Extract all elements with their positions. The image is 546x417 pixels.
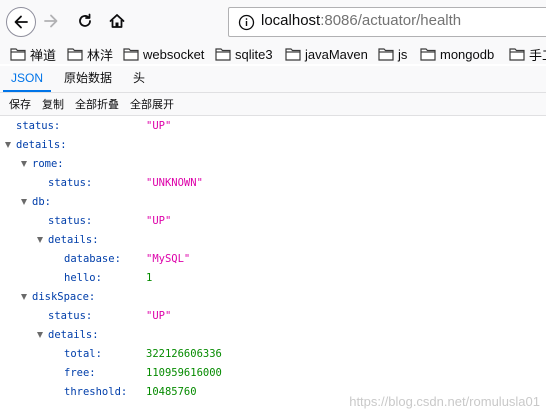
tree-row: status: "UP" xyxy=(0,212,546,231)
tree-value: "UNKNOWN" xyxy=(146,177,203,189)
tree-row: free: 110959616000 xyxy=(0,364,546,383)
bookmark-item[interactable]: 手工 xyxy=(509,44,546,64)
tree-key: status: xyxy=(16,120,61,132)
save-button[interactable]: 保存 xyxy=(5,95,35,115)
folder-icon xyxy=(123,48,139,61)
tree-row[interactable]: details: xyxy=(0,326,546,345)
tab-headers[interactable]: 头 xyxy=(125,66,153,90)
collapse-all-button[interactable]: 全部折叠 xyxy=(71,95,123,115)
expand-all-button[interactable]: 全部展开 xyxy=(126,95,178,115)
back-button[interactable] xyxy=(6,7,36,37)
expand-toggle-icon[interactable] xyxy=(21,161,27,167)
bookmarks-bar: 禅道 林洋 websocket sqlite3 javaMaven js mon… xyxy=(0,44,546,64)
tree-value: 10485760 xyxy=(146,386,197,398)
tree-row: total: 322126606336 xyxy=(0,345,546,364)
bookmark-item[interactable]: 禅道 xyxy=(10,44,56,64)
bookmark-label: websocket xyxy=(143,46,205,62)
bookmark-label: 禅道 xyxy=(30,47,57,63)
tree-key: threshold: xyxy=(64,386,128,398)
viewer-tabs: JSON 原始数据 头 xyxy=(0,66,546,93)
tab-raw-data[interactable]: 原始数据 xyxy=(56,66,120,90)
tree-key: hello: xyxy=(64,272,102,284)
tree-value: "MySQL" xyxy=(146,253,191,265)
browser-toolbar: localhost:8086/actuator/health xyxy=(0,0,546,44)
folder-icon xyxy=(378,48,394,61)
bookmark-label: 手工 xyxy=(529,47,546,63)
bookmark-label: js xyxy=(398,46,408,62)
bookmark-item[interactable]: 林洋 xyxy=(67,44,113,64)
tree-key: status: xyxy=(48,310,93,322)
expand-toggle-icon[interactable] xyxy=(21,199,27,205)
tree-value: "UP" xyxy=(146,120,172,132)
home-icon xyxy=(109,14,125,28)
url-text[interactable]: localhost:8086/actuator/health xyxy=(261,12,461,29)
folder-icon xyxy=(67,48,83,61)
tree-key: status: xyxy=(48,177,93,189)
bookmark-label: sqlite3 xyxy=(235,46,273,62)
bookmark-item[interactable]: sqlite3 xyxy=(215,44,273,64)
folder-icon xyxy=(420,48,436,61)
bookmark-item[interactable]: mongodb xyxy=(420,44,494,64)
bookmark-item[interactable]: javaMaven xyxy=(285,44,368,64)
reload-button[interactable] xyxy=(70,6,100,36)
tree-row[interactable]: details: xyxy=(0,231,546,250)
tree-row[interactable]: db: xyxy=(0,193,546,212)
url-bar[interactable]: localhost:8086/actuator/health xyxy=(228,7,546,37)
tree-row: status: "UP" xyxy=(0,307,546,326)
tree-row: status: "UP" xyxy=(0,117,546,136)
bookmark-label: 林洋 xyxy=(87,47,114,63)
tree-key: database: xyxy=(64,253,121,265)
tree-key: db: xyxy=(32,196,51,208)
json-actions-bar: 保存 复制 全部折叠 全部展开 xyxy=(0,93,546,116)
tree-row: hello: 1 xyxy=(0,269,546,288)
tree-value: "UP" xyxy=(146,215,172,227)
url-host: localhost xyxy=(261,12,321,29)
tree-row[interactable]: rome: xyxy=(0,155,546,174)
expand-toggle-icon[interactable] xyxy=(5,142,11,148)
tree-row[interactable]: diskSpace: xyxy=(0,288,546,307)
tree-key: details: xyxy=(16,139,67,151)
tree-row: database: "MySQL" xyxy=(0,250,546,269)
folder-icon xyxy=(10,48,26,61)
forward-button[interactable] xyxy=(36,6,66,36)
arrow-right-icon xyxy=(44,14,58,28)
tree-value: 322126606336 xyxy=(146,348,222,360)
bookmark-label: javaMaven xyxy=(305,46,368,62)
folder-icon xyxy=(509,48,525,61)
folder-icon xyxy=(215,48,231,61)
tree-key: rome: xyxy=(32,158,64,170)
bookmark-item[interactable]: js xyxy=(378,44,407,64)
tree-value: 1 xyxy=(146,272,153,284)
bookmark-label: mongodb xyxy=(440,46,495,62)
tree-key: details: xyxy=(48,329,99,341)
tree-row[interactable]: details: xyxy=(0,136,546,155)
tree-key: total: xyxy=(64,348,102,360)
arrow-left-icon xyxy=(14,15,28,29)
reload-icon xyxy=(79,13,91,27)
tree-key: diskSpace: xyxy=(32,291,96,303)
tree-key: status: xyxy=(48,215,93,227)
expand-toggle-icon[interactable] xyxy=(37,332,43,338)
expand-toggle-icon[interactable] xyxy=(21,294,27,300)
expand-toggle-icon[interactable] xyxy=(37,237,43,243)
folder-icon xyxy=(285,48,301,61)
url-path: :8086/actuator/health xyxy=(320,12,462,29)
tree-row: status: "UNKNOWN" xyxy=(0,174,546,193)
tree-key: free: xyxy=(64,367,96,379)
watermark: https://blog.csdn.net/romulusla01 xyxy=(349,394,540,409)
home-button[interactable] xyxy=(102,6,132,36)
info-circle-icon[interactable] xyxy=(238,14,255,31)
tree-key: details: xyxy=(48,234,99,246)
bookmark-item[interactable]: websocket xyxy=(123,44,204,64)
tree-value: "UP" xyxy=(146,310,172,322)
tab-json[interactable]: JSON xyxy=(3,66,52,92)
copy-button[interactable]: 复制 xyxy=(38,95,68,115)
tree-value: 110959616000 xyxy=(146,367,222,379)
